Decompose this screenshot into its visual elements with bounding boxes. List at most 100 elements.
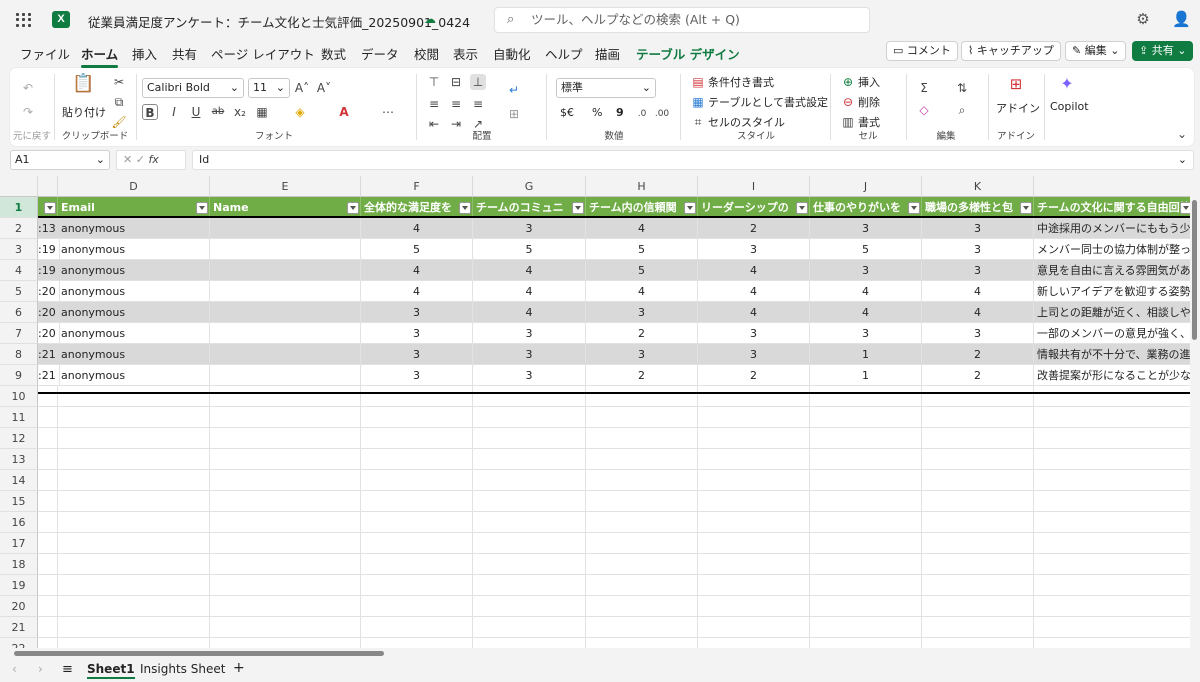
comma-format-icon[interactable]: 9 [616,106,624,119]
prev-sheet-icon[interactable]: ‹ [12,662,17,676]
rating-cell[interactable]: 4 [810,281,922,302]
empty-cell[interactable] [473,428,586,449]
empty-cell[interactable] [698,554,810,575]
filter-dropdown-icon[interactable] [44,202,56,214]
find-icon[interactable]: ⌕ [954,102,970,118]
format-as-table-button[interactable]: テーブルとして書式設定 [708,94,828,110]
empty-cell[interactable] [58,575,210,596]
insert-cells-icon[interactable]: ⊕ [840,74,856,90]
empty-cell[interactable] [210,470,361,491]
empty-cell[interactable] [210,449,361,470]
comment-button[interactable]: ▭ コメント [886,41,958,61]
rating-cell[interactable]: 3 [922,323,1034,344]
comment-cell[interactable]: 意見を自由に言える雰囲気があ [1034,260,1194,281]
time-cell[interactable]: :21 [38,344,60,365]
empty-cell[interactable] [58,407,210,428]
empty-cell[interactable] [1034,449,1194,470]
delete-cells-button[interactable]: 削除 [858,94,880,110]
empty-cell[interactable] [58,554,210,575]
merge-center-icon[interactable]: ⊞ [506,106,522,122]
empty-cell[interactable] [586,554,698,575]
rating-cell[interactable]: 2 [922,344,1034,365]
tab-review[interactable]: 校閲 [414,44,439,63]
borders-icon[interactable]: ▦ [254,104,270,120]
comment-cell[interactable]: メンバー同士の協力体制が整っ [1034,239,1194,260]
tab-automate[interactable]: 自動化 [493,44,531,63]
cancel-icon[interactable]: ✕ [123,153,132,166]
empty-cell[interactable] [698,428,810,449]
empty-cell[interactable] [698,617,810,638]
rating-cell[interactable]: 3 [922,239,1034,260]
all-sheets-icon[interactable]: ≡ [62,662,73,677]
filter-dropdown-icon[interactable] [684,202,696,214]
empty-cell[interactable] [698,533,810,554]
column-header-c[interactable] [38,176,58,197]
empty-cell[interactable] [922,407,1034,428]
name-cell[interactable] [210,218,361,239]
empty-cell[interactable] [922,449,1034,470]
cloud-saved-icon[interactable]: ☁ [424,12,438,26]
name-cell[interactable] [210,239,361,260]
column-header-i[interactable]: I [698,176,810,197]
empty-cell[interactable] [810,554,922,575]
empty-cell[interactable] [361,554,473,575]
empty-cell[interactable] [361,428,473,449]
catchup-button[interactable]: ⌇ キャッチアップ [961,41,1061,61]
empty-cell[interactable] [1034,491,1194,512]
tab-data[interactable]: データ [361,44,399,63]
empty-cell[interactable] [473,617,586,638]
increase-decimal-icon[interactable]: .0 [634,106,650,122]
empty-cell[interactable] [58,491,210,512]
empty-cell[interactable] [810,407,922,428]
email-cell[interactable]: anonymous [58,344,210,365]
empty-cell[interactable] [810,449,922,470]
rating-cell[interactable]: 3 [361,323,473,344]
underline-icon[interactable]: U [188,104,204,120]
empty-cell[interactable] [1034,596,1194,617]
empty-cell[interactable] [810,491,922,512]
formula-input[interactable]: Id ⌄ [192,150,1194,170]
rating-cell[interactable]: 3 [473,344,586,365]
horizontal-scroll-thumb[interactable] [14,651,384,656]
row-header[interactable]: 6 [0,302,38,323]
empty-cell[interactable] [210,491,361,512]
addins-icon[interactable]: ⊞ [1006,76,1026,96]
row-header[interactable]: 10 [0,386,38,407]
empty-cell[interactable] [1034,386,1194,407]
filter-dropdown-icon[interactable] [1020,202,1032,214]
comment-cell[interactable]: 上司との距離が近く、相談しや [1034,302,1194,323]
time-cell[interactable]: :20 [38,302,60,323]
filter-dropdown-icon[interactable] [908,202,920,214]
email-cell[interactable]: anonymous [58,281,210,302]
filter-dropdown-icon[interactable] [572,202,584,214]
empty-cell[interactable] [810,617,922,638]
email-cell[interactable]: anonymous [58,302,210,323]
rating-cell[interactable]: 2 [698,365,810,386]
filter-dropdown-icon[interactable] [196,202,208,214]
rating-cell[interactable]: 3 [922,218,1034,239]
empty-cell[interactable] [473,386,586,407]
email-cell[interactable]: anonymous [58,239,210,260]
align-left-icon[interactable]: ≡ [426,96,442,112]
tab-view[interactable]: 表示 [453,44,478,63]
empty-cell[interactable] [473,470,586,491]
copilot-icon[interactable]: ✦ [1057,76,1077,96]
rating-cell[interactable]: 4 [698,302,810,323]
rating-cell[interactable]: 3 [698,323,810,344]
email-cell[interactable]: anonymous [58,323,210,344]
rating-cell[interactable]: 4 [922,302,1034,323]
sheet-tab-insights[interactable]: Insights Sheet [140,662,225,676]
align-right-icon[interactable]: ≡ [470,96,486,112]
rating-cell[interactable]: 5 [361,239,473,260]
row-header[interactable]: 4 [0,260,38,281]
table-header-cell[interactable]: 全体的な満足度を [361,197,473,218]
cut-icon[interactable]: ✂ [111,74,127,90]
row-header[interactable]: 9 [0,365,38,386]
empty-cell[interactable] [473,533,586,554]
empty-cell[interactable] [698,575,810,596]
row-header[interactable]: 5 [0,281,38,302]
empty-cell[interactable] [38,386,58,407]
empty-cell[interactable] [38,575,58,596]
rating-cell[interactable]: 3 [698,239,810,260]
empty-cell[interactable] [210,533,361,554]
